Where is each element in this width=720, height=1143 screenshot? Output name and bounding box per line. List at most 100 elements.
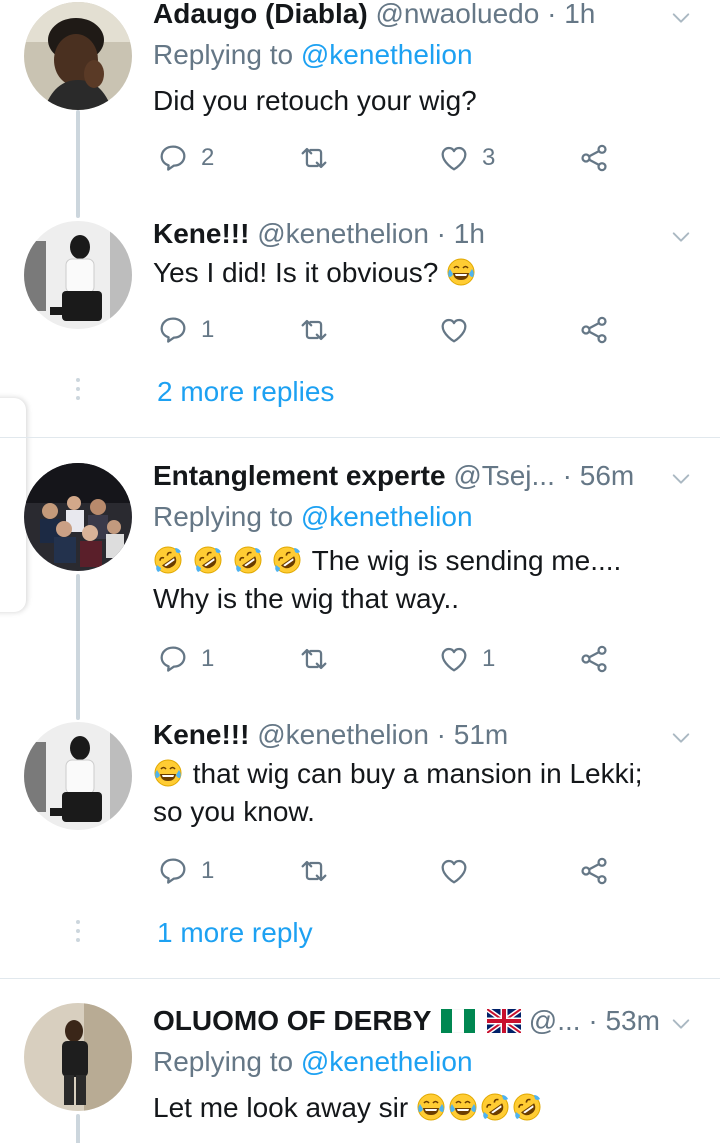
tweet-header: Adaugo (Diabla) @nwaoluedo · 1h — [153, 0, 660, 32]
divider — [0, 437, 720, 438]
author-handle[interactable]: @Tsej... — [453, 460, 555, 491]
tweet-text-line: so you know. — [153, 796, 315, 827]
like-button[interactable]: 3 — [438, 138, 495, 178]
reply-count: 2 — [201, 144, 215, 171]
like-icon — [438, 643, 470, 675]
reply-count: 1 — [201, 645, 215, 672]
tweet-header: Kene!!! @kenethelion · 1h — [153, 216, 660, 252]
share-icon — [578, 643, 610, 675]
mention-link[interactable]: @kenethelion — [301, 1046, 473, 1077]
retweet-icon — [298, 855, 330, 887]
tweet-text-line: Why is the wig that way.. — [153, 583, 460, 614]
chevron-down-icon[interactable] — [670, 727, 692, 749]
like-button[interactable] — [438, 851, 482, 891]
share-button[interactable] — [578, 310, 610, 350]
reply-count: 1 — [201, 316, 215, 343]
chevron-down-icon[interactable] — [670, 7, 692, 29]
thread-line — [76, 574, 80, 720]
tweet-actions: 1 — [153, 851, 623, 891]
reply-icon — [157, 855, 189, 887]
nigeria-flag — [440, 1008, 476, 1034]
joy-emoji — [448, 1092, 478, 1122]
share-button[interactable] — [578, 138, 610, 178]
replying-to: Replying to @kenethelion — [153, 1044, 473, 1080]
tweet-text-content: The wig is sending me.... — [311, 545, 622, 576]
retweet-button[interactable] — [298, 851, 342, 891]
tweet-text: Let me look away sir — [153, 1089, 690, 1127]
avatar[interactable] — [24, 722, 132, 830]
tweet-text-content: Let me look away sir — [153, 1092, 409, 1123]
reply-icon — [157, 314, 189, 346]
share-icon — [578, 855, 610, 887]
author-name[interactable]: OLUOMO OF DERBY — [153, 1005, 431, 1036]
reply-button[interactable]: 2 — [157, 138, 214, 178]
timestamp: · 56m — [562, 460, 635, 491]
rofl-emoji — [272, 545, 302, 575]
chevron-down-icon[interactable] — [670, 468, 692, 490]
tweet-text-content: Yes I did! Is it obvious? — [153, 257, 439, 288]
thread-line — [76, 1114, 80, 1143]
timestamp: · 51m — [436, 719, 509, 750]
tweet-text-content: that wig can buy a mansion in Lekki; — [192, 758, 643, 789]
avatar[interactable] — [24, 463, 132, 571]
avatar[interactable] — [24, 221, 132, 329]
replying-prefix: Replying to — [153, 39, 301, 70]
more-replies-link[interactable]: 1 more reply — [157, 915, 313, 951]
more-replies-link[interactable]: 2 more replies — [157, 374, 334, 410]
reply-icon — [157, 643, 189, 675]
reply-button[interactable]: 1 — [157, 310, 214, 350]
reply-button[interactable]: 1 — [157, 639, 214, 679]
like-icon — [438, 142, 470, 174]
retweet-button[interactable] — [298, 138, 342, 178]
retweet-icon — [298, 314, 330, 346]
reply-button[interactable]: 1 — [157, 851, 214, 891]
author-handle[interactable]: @kenethelion — [257, 218, 429, 249]
timestamp: · 1h — [436, 218, 485, 249]
author-name[interactable]: Entanglement experte — [153, 460, 446, 491]
mention-link[interactable]: @kenethelion — [301, 501, 473, 532]
author-name[interactable]: Kene!!! — [153, 218, 249, 249]
like-count: 3 — [482, 144, 496, 171]
retweet-button[interactable] — [298, 639, 342, 679]
tweet-text-line: The wig is sending me.... — [153, 542, 690, 580]
side-sheet-edge — [0, 398, 26, 612]
joy-emoji — [446, 257, 476, 287]
replying-prefix: Replying to — [153, 1046, 301, 1077]
author-handle[interactable]: @... — [529, 1005, 581, 1036]
reply-icon — [157, 142, 189, 174]
retweet-button[interactable] — [298, 310, 342, 350]
divider — [0, 978, 720, 979]
uk-flag — [485, 1006, 523, 1036]
tweet-header: Entanglement experte @Tsej... · 56m — [153, 458, 660, 494]
tweet-header: OLUOMO OF DERBY @... · 53m — [153, 1003, 660, 1039]
author-handle[interactable]: @kenethelion — [257, 719, 429, 750]
tweet-header: Kene!!! @kenethelion · 51m — [153, 717, 660, 753]
share-button[interactable] — [578, 639, 610, 679]
share-button[interactable] — [578, 851, 610, 891]
mention-link[interactable]: @kenethelion — [301, 39, 473, 70]
tweet-text: Yes I did! Is it obvious? — [153, 254, 690, 292]
joy-emoji — [416, 1092, 446, 1122]
chevron-down-icon[interactable] — [670, 226, 692, 248]
thread-dots — [76, 920, 80, 947]
tweet-actions: 2 3 — [153, 138, 623, 178]
author-name[interactable]: Kene!!! — [153, 719, 249, 750]
rofl-emoji — [153, 545, 183, 575]
avatar[interactable] — [24, 1003, 132, 1111]
joy-emoji — [153, 758, 183, 788]
like-button[interactable] — [438, 310, 482, 350]
timestamp: · 1h — [547, 0, 596, 29]
retweet-icon — [298, 142, 330, 174]
avatar[interactable] — [24, 2, 132, 110]
replying-prefix: Replying to — [153, 501, 301, 532]
author-name[interactable]: Adaugo (Diabla) — [153, 0, 368, 29]
thread-dots — [76, 378, 80, 405]
author-handle[interactable]: @nwaoluedo — [375, 0, 539, 29]
tweet-text: that wig can buy a mansion in Lekki; so … — [153, 755, 690, 831]
like-button[interactable]: 1 — [438, 639, 495, 679]
timestamp: · 53m — [588, 1005, 660, 1036]
thread-line — [76, 110, 80, 218]
tweet-text: Did you retouch your wig? — [153, 85, 477, 116]
chevron-down-icon[interactable] — [670, 1013, 692, 1035]
replying-to: Replying to @kenethelion — [153, 499, 473, 535]
